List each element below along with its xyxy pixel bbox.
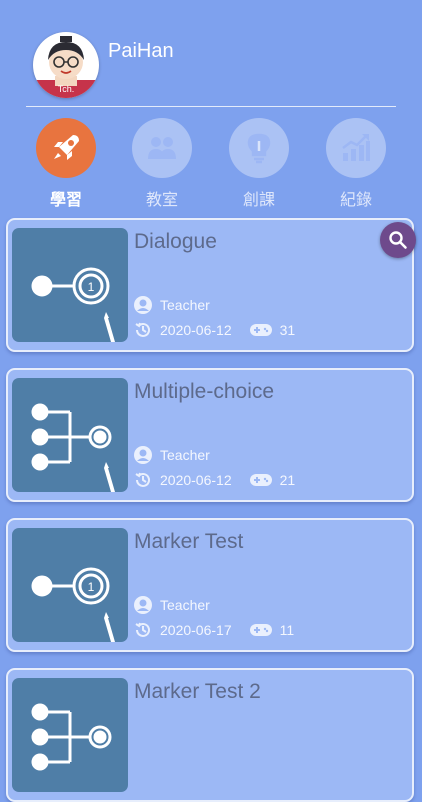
course-author: Teacher [160,447,210,463]
svg-text:1: 1 [88,280,95,294]
tab-create[interactable]: 創課 [227,118,291,210]
user-icon [134,296,152,314]
history-icon [135,322,150,337]
course-title: Marker Test [134,530,244,553]
course-author: Teacher [160,297,210,313]
course-title: Marker Test 2 [134,680,261,703]
course-plays: 31 [279,322,296,338]
multiple-choice-icon [12,378,128,492]
username: PaiHan [108,40,174,62]
rocket-icon [36,118,96,178]
history-icon [135,472,150,487]
multiple-choice-icon [12,678,128,792]
gamepad-icon [249,474,272,486]
gamepad-icon [249,624,272,636]
tab-label: 創課 [242,192,275,209]
avatar[interactable]: Tch. [33,32,99,98]
gamepad-icon [249,324,272,336]
svg-text:1: 1 [88,580,95,594]
chart-icon [326,118,386,178]
course-card[interactable]: Marker Test 2 [6,668,414,802]
tab-records[interactable]: 紀錄 [324,118,388,210]
course-card[interactable]: 1 Marker Test Teacher 2020-06-17 11 [6,518,414,652]
course-date: 2020-06-12 [160,472,232,488]
course-card[interactable]: 1 Dialogue Teacher 2020-06-12 31 [6,218,414,352]
lightbulb-icon [229,118,289,178]
tab-label: 紀錄 [339,192,372,209]
tab-learn[interactable]: 學習 [34,118,98,210]
dialogue-icon: 1 [12,528,128,642]
user-icon [134,446,152,464]
course-date: 2020-06-17 [160,622,232,638]
course-date: 2020-06-12 [160,322,232,338]
group-icon [132,118,192,178]
course-plays: 21 [279,472,296,488]
course-title: Multiple-choice [134,380,275,403]
history-icon [135,622,150,637]
user-icon [134,596,152,614]
course-plays: 11 [279,622,295,638]
avatar-badge: Tch. [57,84,75,94]
dialogue-icon: 1 [12,228,128,342]
header-divider [26,106,396,107]
course-author: Teacher [160,597,210,613]
course-card[interactable]: Multiple-choice Teacher 2020-06-12 21 [6,368,414,502]
search-icon [389,231,407,249]
tab-label: 學習 [49,192,82,209]
tab-label: 教室 [145,192,178,209]
search-button[interactable] [380,222,416,258]
tab-classroom[interactable]: 教室 [130,118,194,210]
course-title: Dialogue [134,230,217,253]
